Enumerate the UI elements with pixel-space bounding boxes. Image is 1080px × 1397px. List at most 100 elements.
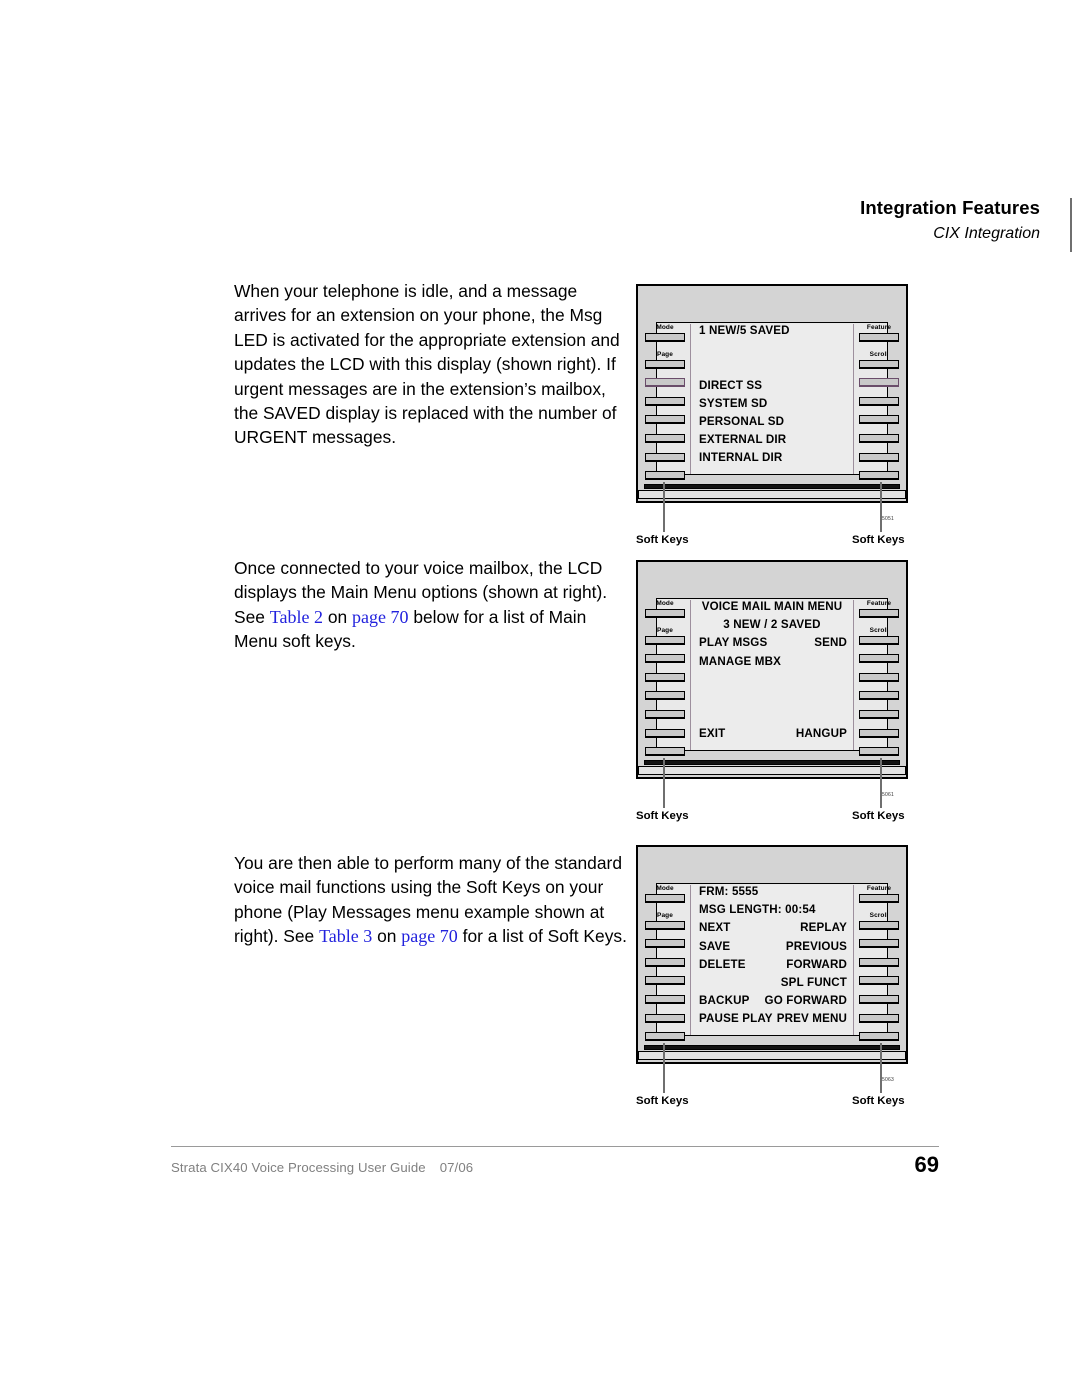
- scroll-key-label: Scroll: [869, 912, 889, 920]
- page-key[interactable]: [645, 920, 685, 930]
- lcd-blank-line: [691, 691, 853, 709]
- lcd-line-text: SAVE: [699, 939, 731, 953]
- soft-key-left-1[interactable]: [645, 654, 685, 664]
- mode-key[interactable]: [645, 332, 685, 342]
- link-table-2[interactable]: Table 2: [270, 607, 323, 627]
- soft-key-left-4[interactable]: [645, 709, 685, 719]
- scroll-key-label: Scroll: [869, 627, 889, 635]
- soft-key-left-1[interactable]: [645, 939, 685, 949]
- soft-keys-caption-right: Soft Keys: [852, 534, 905, 546]
- soft-key-column-left: Mode Page: [642, 600, 688, 766]
- soft-keys-caption-left: Soft Keys: [636, 534, 689, 546]
- mode-key-label: Mode: [656, 324, 674, 331]
- lcd-line-text: EXTERNAL DIR: [699, 433, 787, 447]
- leader-line-right: [880, 758, 882, 808]
- link-page-70-b[interactable]: page 70: [401, 926, 457, 946]
- phone-base-bottom: [638, 766, 906, 775]
- soft-key-left-5[interactable]: [645, 728, 685, 738]
- feature-key[interactable]: [859, 608, 899, 618]
- phone-illustration: Mode Page Feature Scroll: [636, 845, 908, 1064]
- phone-base-bottom: [638, 490, 906, 499]
- soft-key-left-3[interactable]: [645, 976, 685, 986]
- soft-key-right-5[interactable]: [859, 1013, 899, 1023]
- lcd-message-count: 3 NEW / 2 SAVED: [723, 618, 821, 632]
- soft-key-left-1[interactable]: [645, 378, 685, 388]
- soft-key-right-6[interactable]: [859, 471, 899, 481]
- page-key[interactable]: [645, 359, 685, 369]
- page-key-label: Page: [657, 627, 673, 635]
- mode-key-label: Mode: [656, 885, 674, 892]
- soft-key-left-6[interactable]: [645, 471, 685, 481]
- soft-key-left-4[interactable]: [645, 433, 685, 443]
- feature-key-label: Feature: [866, 885, 892, 892]
- footer-date: 07/06: [439, 1160, 474, 1175]
- soft-key-right-4[interactable]: [859, 433, 899, 443]
- soft-key-right-1[interactable]: [859, 939, 899, 949]
- soft-key-left-3[interactable]: [645, 415, 685, 425]
- soft-key-left-3[interactable]: [645, 691, 685, 701]
- lcd-blank-line: [691, 360, 853, 378]
- soft-keys-caption-left: Soft Keys: [636, 1095, 689, 1107]
- scroll-key[interactable]: [859, 920, 899, 930]
- leader-line-right: [880, 1043, 882, 1093]
- soft-key-right-2[interactable]: [859, 396, 899, 406]
- soft-key-left-2[interactable]: [645, 396, 685, 406]
- phone-base: [638, 760, 906, 777]
- feature-key-label: Feature: [866, 324, 892, 331]
- soft-key-left-6[interactable]: [645, 1032, 685, 1042]
- soft-key-right-3[interactable]: [859, 415, 899, 425]
- page-number: 69: [914, 1152, 939, 1177]
- feature-key[interactable]: [859, 893, 899, 903]
- paragraph-soft-keys: You are then able to perform many of the…: [234, 851, 634, 949]
- paragraph-3-text-after: for a list of Soft Keys.: [457, 926, 627, 947]
- soft-key-right-3[interactable]: [859, 691, 899, 701]
- lcd-line-text: INTERNAL DIR: [699, 451, 783, 465]
- phone-base-top: [644, 760, 900, 765]
- lcd-screen: 1 NEW/5 SAVED DIRECT SS SYSTEM SD PERSON…: [690, 324, 854, 474]
- scroll-key[interactable]: [859, 635, 899, 645]
- soft-key-right-2[interactable]: [859, 672, 899, 682]
- phone-base: [638, 484, 906, 501]
- link-table-3[interactable]: Table 3: [319, 926, 372, 946]
- lcd-line-text: PREV MENU: [776, 1012, 847, 1026]
- lcd-line-text: SPL FUNCT: [780, 975, 847, 989]
- page-content: When your telephone is idle, and a messa…: [0, 0, 1080, 1397]
- soft-key-right-1[interactable]: [859, 378, 899, 388]
- soft-key-right-4[interactable]: [859, 994, 899, 1004]
- lcd-line-text: PAUSE PLAY: [699, 1012, 773, 1026]
- soft-key-right-2[interactable]: [859, 957, 899, 967]
- soft-key-right-3[interactable]: [859, 976, 899, 986]
- lcd-from-extension: FRM: 5555: [699, 885, 759, 898]
- soft-key-right-5[interactable]: [859, 728, 899, 738]
- figure-id-label: 5063: [882, 1077, 894, 1083]
- soft-key-left-2[interactable]: [645, 672, 685, 682]
- soft-key-left-2[interactable]: [645, 957, 685, 967]
- leader-line-left: [663, 482, 665, 532]
- mode-key[interactable]: [645, 893, 685, 903]
- leader-line-left: [663, 1043, 665, 1093]
- paragraph-message-waiting: When your telephone is idle, and a messa…: [234, 279, 634, 450]
- lcd-line-text: HANGUP: [795, 727, 847, 741]
- lcd-line-text: GO FORWARD: [764, 994, 847, 1008]
- page-key[interactable]: [645, 635, 685, 645]
- lcd-line-text: BACKUP: [699, 994, 750, 1008]
- soft-key-right-5[interactable]: [859, 452, 899, 462]
- soft-key-left-4[interactable]: [645, 994, 685, 1004]
- soft-key-left-5[interactable]: [645, 452, 685, 462]
- mode-key[interactable]: [645, 608, 685, 618]
- footer-divider-rule: [171, 1146, 939, 1147]
- soft-key-left-6[interactable]: [645, 747, 685, 757]
- soft-key-right-4[interactable]: [859, 709, 899, 719]
- soft-key-right-1[interactable]: [859, 654, 899, 664]
- feature-key[interactable]: [859, 332, 899, 342]
- soft-key-right-6[interactable]: [859, 1032, 899, 1042]
- link-page-70-a[interactable]: page 70: [352, 607, 408, 627]
- phone-base: [638, 1045, 906, 1062]
- leader-line-left: [663, 758, 665, 808]
- lcd-line-text: DIRECT SS: [699, 378, 763, 392]
- soft-key-column-left: Mode Page: [642, 885, 688, 1051]
- soft-key-right-6[interactable]: [859, 747, 899, 757]
- scroll-key[interactable]: [859, 359, 899, 369]
- soft-key-left-5[interactable]: [645, 1013, 685, 1023]
- lcd-line-text: PLAY MSGS: [699, 636, 768, 650]
